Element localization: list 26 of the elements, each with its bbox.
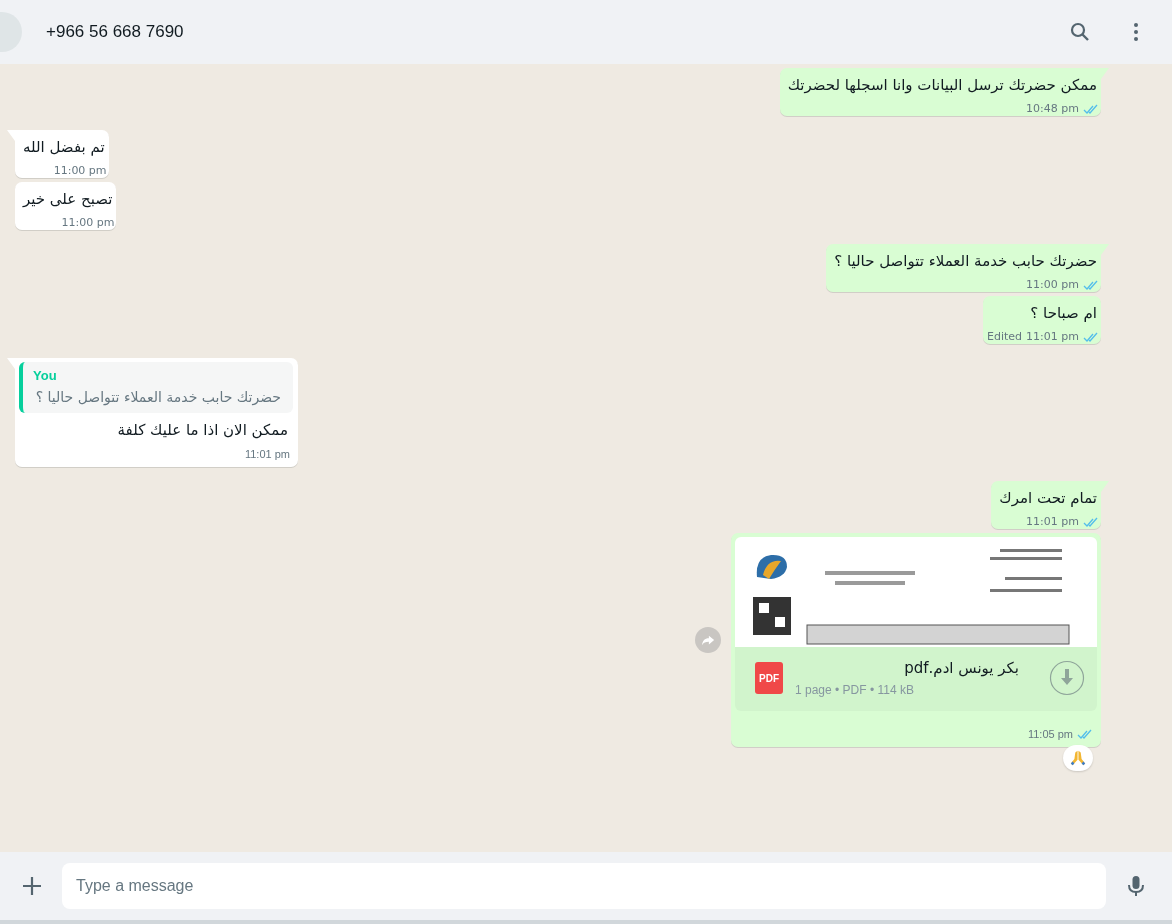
message-time: 11:01 pm [1026, 329, 1079, 345]
message-text: تصبح على خير [21, 189, 114, 210]
message-time: 11:00 pm [1026, 277, 1079, 293]
message-time: 11:01 pm [1026, 514, 1079, 530]
message-text: تم بفضل الله [22, 137, 106, 158]
edited-label: Edited [987, 329, 1023, 345]
message-text: ممكن حضرتك ترسل البيانات وانا اسجلها لحضرتك [786, 75, 1098, 96]
quote-text: حضرتك حابب خدمة العملاء تتواصل حاليا ؟ [34, 389, 281, 405]
file-name: بكر يونس ادم.pdf [903, 659, 1020, 677]
message-text: ممكن الان اذا ما عليك كلفة [116, 420, 289, 441]
message-time: 10:48 pm [1026, 101, 1079, 117]
plus-icon[interactable] [20, 874, 44, 898]
pdf-icon: PDF [755, 662, 783, 694]
praying-hands-icon [1069, 749, 1087, 767]
message-text: تمام تحت امرك [998, 488, 1098, 509]
message-time: 11:00 pm [61, 215, 115, 231]
forward-icon [701, 633, 715, 647]
message-time: 11:01 pm [244, 448, 290, 460]
message-text: حضرتك حابب خدمة العملاء تتواصل حاليا ؟ [833, 251, 1098, 272]
contact-name[interactable]: +966 56 668 7690 [46, 22, 184, 42]
quote-author: You [33, 368, 58, 383]
message-time: 11:00 pm [53, 163, 107, 179]
file-details: 1 page • PDF • 114 kB [795, 683, 915, 697]
message-text: ام صباحا ؟ [1029, 303, 1098, 324]
message-input[interactable]: Type a message [62, 863, 1106, 909]
message-time: 11:05 pm [1027, 728, 1073, 740]
